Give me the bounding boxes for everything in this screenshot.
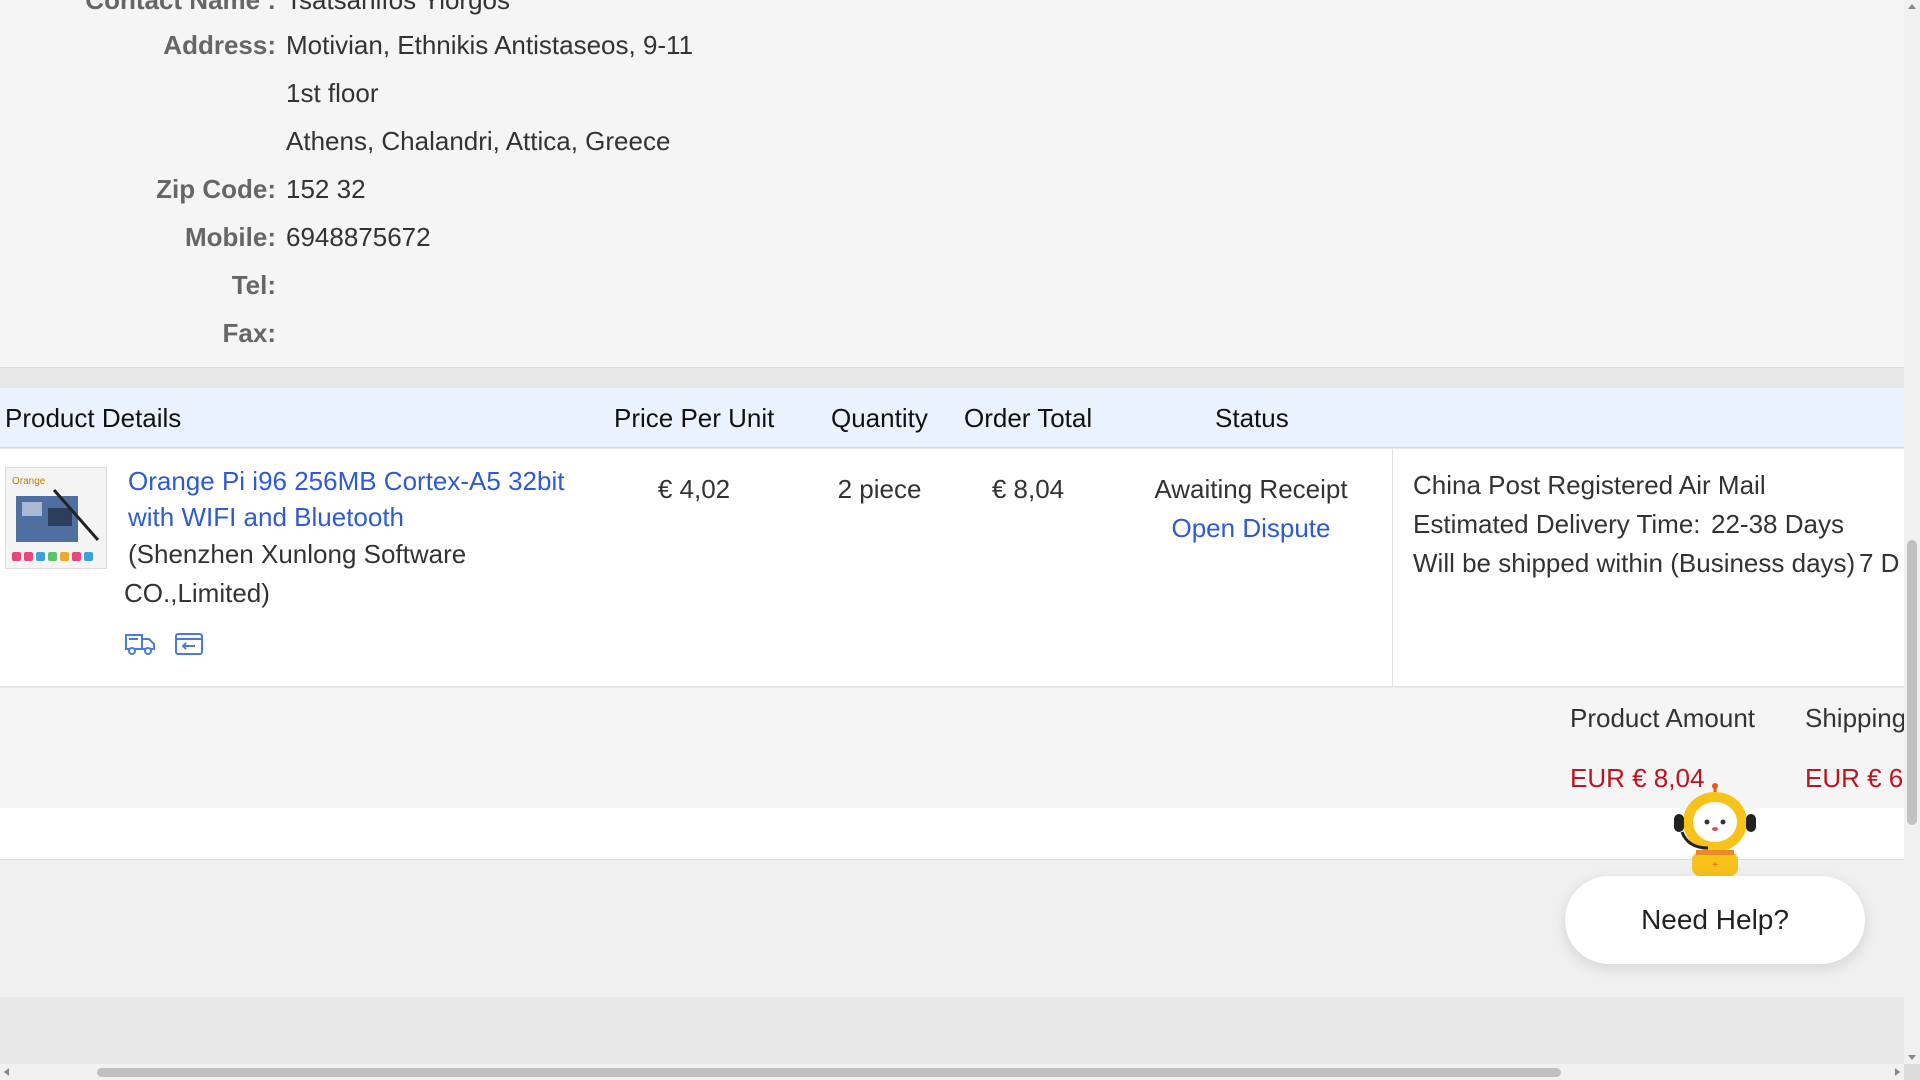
product-amount-label: Product Amount (1570, 703, 1755, 733)
vertical-scroll-thumb[interactable] (1907, 540, 1917, 825)
ship-within-value: 7 D (1859, 548, 1900, 578)
need-help-button[interactable]: Need Help? (1565, 876, 1865, 964)
ship-within-label: Will be shipped within (Business days) (1413, 548, 1856, 578)
fax-row: Fax: (0, 309, 1200, 357)
scroll-left-icon[interactable] (4, 1068, 9, 1076)
zip-code-row: Zip Code: 152 32 (0, 165, 1200, 213)
address-row-2: 1st floor (0, 69, 1200, 117)
shipping-amount-label: Shipping (1805, 703, 1904, 733)
address-label: Address: (163, 30, 276, 60)
address-line-2: 1st floor (286, 78, 379, 108)
order-totals-row: Product Amount EUR € 8,04 Shipping EUR €… (0, 688, 1904, 808)
shipping-method: China Post Registered Air Mail (1413, 470, 1766, 500)
vertical-scrollbar[interactable] (1904, 0, 1920, 1064)
header-quantity: Quantity (831, 403, 928, 433)
scroll-right-icon[interactable] (1895, 1068, 1900, 1076)
svg-text:+: + (1712, 860, 1718, 871)
mobile-row: Mobile: 6948875672 (0, 213, 1200, 261)
header-price-per-unit: Price Per Unit (614, 403, 775, 433)
zip-code-value: 152 32 (286, 174, 366, 204)
address-line-3: Athens, Chalandri, Attica, Greece (286, 126, 671, 156)
zip-code-label: Zip Code: (156, 174, 276, 204)
product-title-link[interactable]: Orange Pi i96 256MB Cortex-A5 32bit with… (128, 463, 588, 535)
scrollbar-corner (1904, 1064, 1920, 1080)
page-viewport: Contact Name : Tsatsanifos Yiorgos Addre… (0, 0, 1904, 1064)
horizontal-scrollbar[interactable] (0, 1064, 1904, 1080)
section-spacer (0, 808, 1904, 860)
seller-name: (Shenzhen Xunlong Software CO.,Limited) (124, 539, 467, 608)
order-table-header: Product Details Price Per Unit Quantity … (0, 388, 1904, 448)
order-status: Awaiting Receipt (1154, 474, 1348, 504)
open-dispute-link[interactable]: Open Dispute (1140, 508, 1362, 548)
order-total-value: € 8,04 (991, 474, 1065, 504)
fax-label: Fax: (222, 318, 276, 348)
delivery-time-value: 22-38 Days (1711, 509, 1844, 539)
shipping-address-section: Contact Name : Tsatsanifos Yiorgos Addre… (0, 0, 1904, 368)
address-row-3: Athens, Chalandri, Attica, Greece (0, 117, 1200, 165)
truck-icon[interactable] (124, 627, 156, 659)
address-row: Address: Motivian, Ethnikis Antistaseos,… (0, 21, 1200, 69)
return-icon[interactable] (173, 627, 205, 659)
table-row: Orange Orange Pi i96 256MB Cortex-A5 32b… (0, 449, 1904, 687)
header-order-total: Order Total (964, 403, 1093, 433)
delivery-time-label: Estimated Delivery Time: (1413, 509, 1701, 539)
shipping-amount-value: EUR € 6 (1805, 763, 1904, 793)
quantity-value: 2 piece (837, 474, 922, 504)
mobile-value: 6948875672 (286, 222, 431, 252)
shipping-info-cell: China Post Registered Air Mail Estimated… (1392, 449, 1904, 687)
tel-label: Tel: (231, 270, 276, 300)
robot-assistant-icon[interactable]: + (1672, 782, 1758, 876)
scroll-down-icon[interactable] (1908, 1055, 1916, 1060)
product-thumbnail[interactable]: Orange (5, 467, 107, 569)
svg-text:Orange: Orange (12, 476, 46, 487)
address-line-1: Motivian, Ethnikis Antistaseos, 9-11 (286, 30, 694, 60)
tel-row: Tel: (0, 261, 1200, 309)
horizontal-scroll-thumb[interactable] (97, 1068, 1561, 1077)
scroll-up-icon[interactable] (1908, 4, 1916, 9)
header-status: Status (1215, 403, 1289, 433)
mobile-label: Mobile: (185, 222, 276, 252)
header-product-details: Product Details (5, 403, 182, 433)
price-per-unit-value: € 4,02 (657, 474, 731, 504)
